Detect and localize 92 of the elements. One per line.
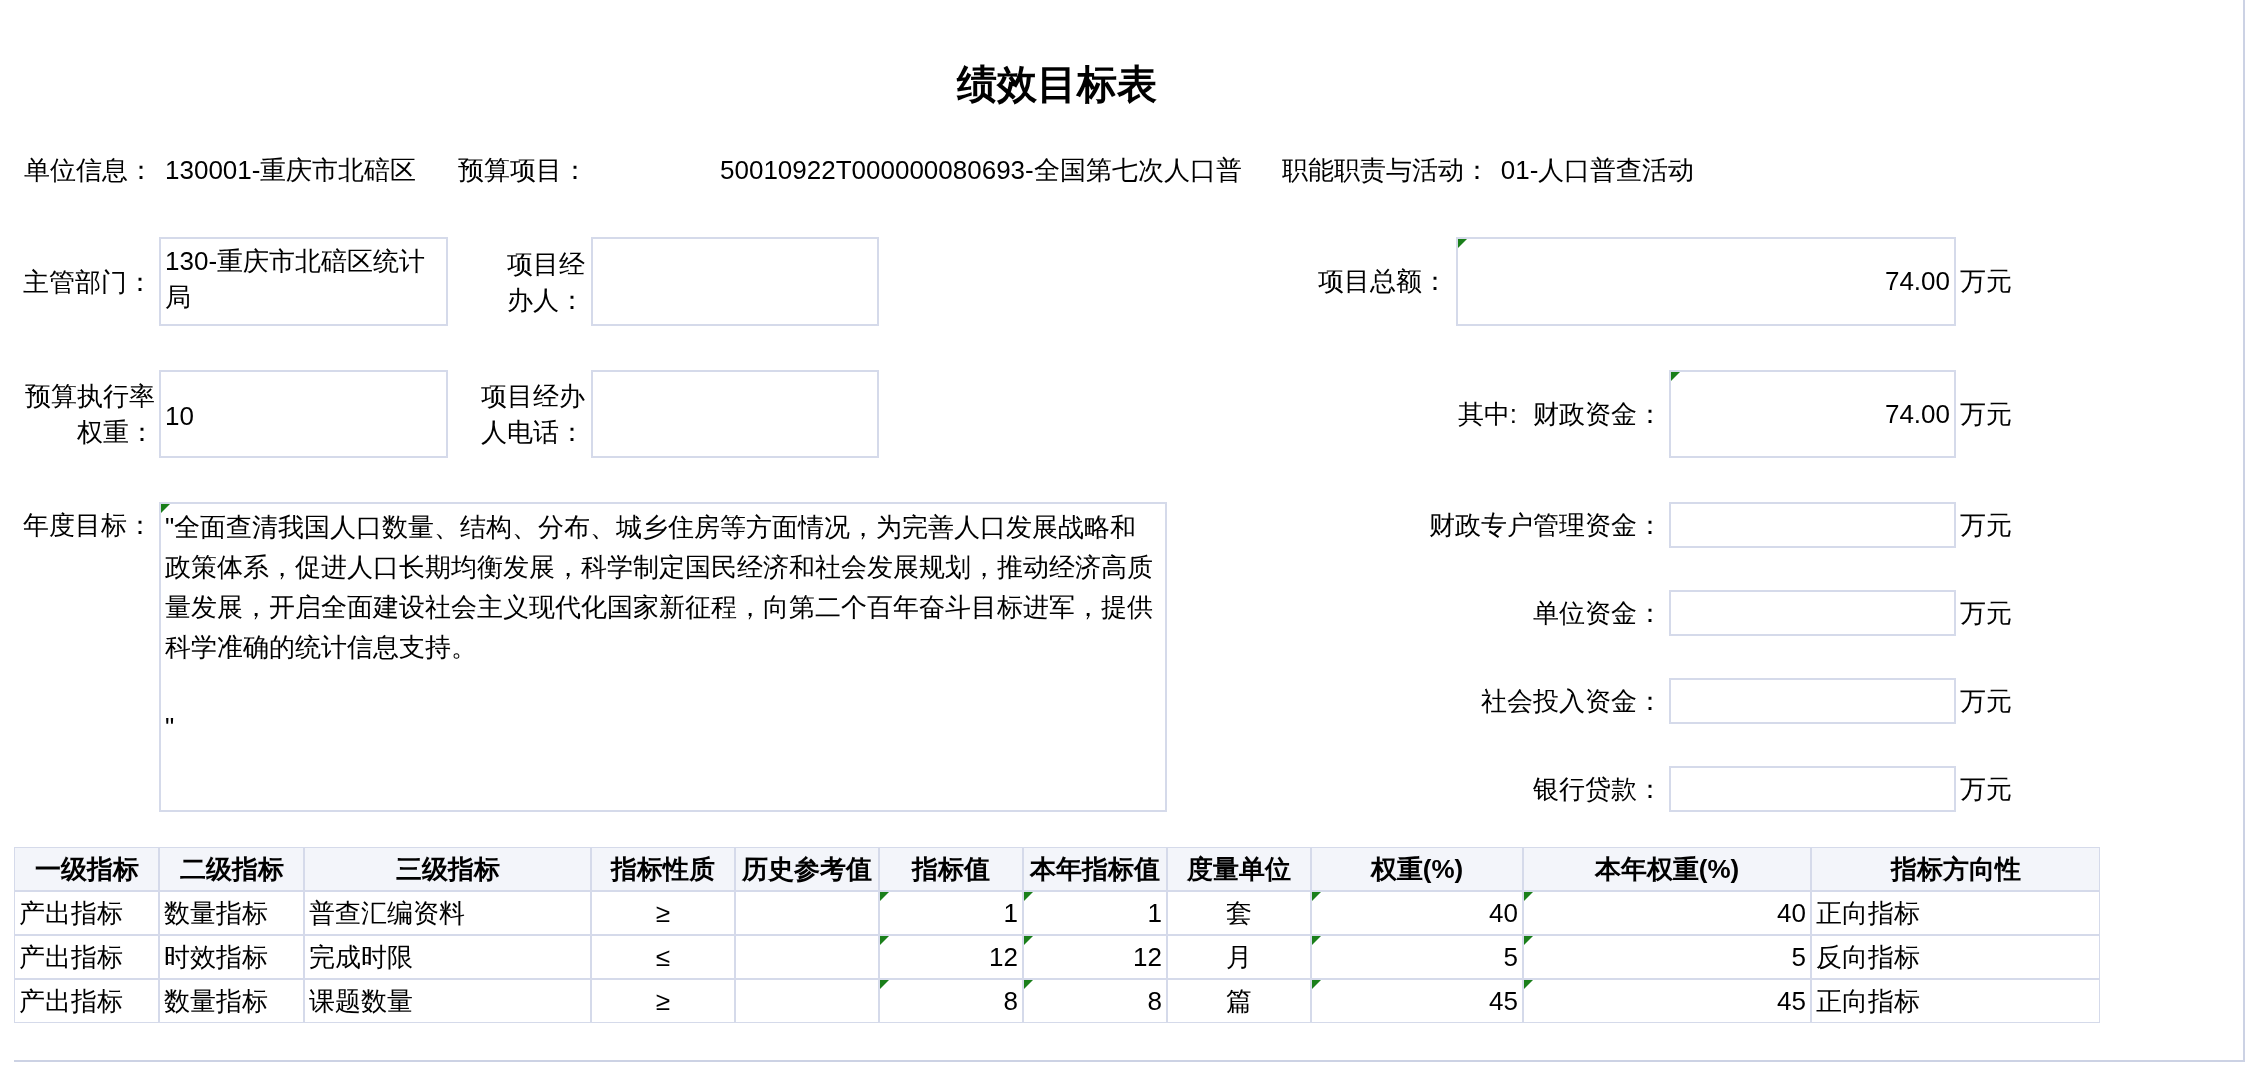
field-label: 预算执行率权重：	[24, 380, 156, 449]
unit-label: 万元	[1959, 772, 2013, 806]
field-label: 单位信息：	[24, 153, 155, 187]
table-cell: 套	[1167, 891, 1311, 935]
table-cell: 反向指标	[1811, 935, 2100, 979]
field-label: 单位资金：	[1533, 596, 1663, 630]
corner-flag-icon	[161, 504, 170, 513]
unit-label: 万元	[1959, 265, 2013, 298]
field-label: 年度目标：	[22, 509, 154, 542]
corner-flag-icon	[1524, 892, 1533, 901]
input-field[interactable]	[591, 237, 879, 326]
page-title: 绩效目标表	[957, 64, 1157, 104]
table-cell: 数量指标	[159, 891, 304, 935]
corner-flag-icon	[1458, 239, 1467, 248]
table-cell: 8	[1023, 979, 1167, 1023]
table-cell: 普查汇编资料	[304, 891, 591, 935]
table-header-cell: 指标性质	[591, 847, 735, 891]
table-cell: 数量指标	[159, 979, 304, 1023]
corner-flag-icon	[880, 980, 889, 989]
table-header-cell: 指标值	[879, 847, 1023, 891]
table-header-cell: 三级指标	[304, 847, 591, 891]
input-field[interactable]	[1669, 678, 1956, 724]
table-cell: 篇	[1167, 979, 1311, 1023]
table-cell: 1	[1023, 891, 1167, 935]
input-field[interactable]: 74.00	[1669, 370, 1956, 458]
field-label: 主管部门：	[22, 265, 154, 299]
table-cell: 产出指标	[14, 935, 159, 979]
field-value: 01-人口普查活动	[1500, 153, 1695, 187]
unit-label: 万元	[1959, 596, 2013, 630]
table-header-cell: 二级指标	[159, 847, 304, 891]
table-header-cell: 本年指标值	[1023, 847, 1167, 891]
table-cell: 1	[879, 891, 1023, 935]
text-area[interactable]: "全面查清我国人口数量、结构、分布、城乡住房等方面情况，为完善人口发展战略和政策体系，促进人口长期均衡发展，科学制定国民经济和社会发展规划，推动经济高质量发展，开启全面建设社会主义现代化国家新征程，向第二个百年奋斗目标进军，提供科学准确的统计信息支持。 "	[159, 502, 1167, 812]
table-cell: 8	[879, 979, 1023, 1023]
table-cell: ≤	[591, 935, 735, 979]
table-cell: 45	[1523, 979, 1811, 1023]
table-header-cell: 一级指标	[14, 847, 159, 891]
corner-flag-icon	[1024, 936, 1033, 945]
input-field[interactable]: 74.00	[1456, 237, 1956, 326]
table-cell: 正向指标	[1811, 979, 2100, 1023]
table-header-cell: 本年权重(%)	[1523, 847, 1811, 891]
input-field[interactable]	[1669, 590, 1956, 636]
field-value: 50010922T000000080693-全国第七次人口普	[720, 153, 1242, 187]
field-label: 财政资金：	[1533, 397, 1663, 431]
field-label: 其中:	[1457, 397, 1517, 431]
table-cell: 课题数量	[304, 979, 591, 1023]
table-cell: 5	[1311, 935, 1523, 979]
table-header-cell: 权重(%)	[1311, 847, 1523, 891]
unit-label: 万元	[1959, 397, 2013, 431]
table-cell: 产出指标	[14, 891, 159, 935]
corner-flag-icon	[1524, 980, 1533, 989]
table-cell: ≥	[591, 891, 735, 935]
input-field[interactable]	[591, 370, 879, 458]
field-label: 职能职责与活动：	[1281, 153, 1491, 187]
table-cell: 45	[1311, 979, 1523, 1023]
corner-flag-icon	[1024, 892, 1033, 901]
corner-flag-icon	[1024, 980, 1033, 989]
field-label: 社会投入资金：	[1481, 684, 1663, 718]
corner-flag-icon	[880, 936, 889, 945]
input-field[interactable]: 10	[159, 370, 448, 458]
table-cell: 时效指标	[159, 935, 304, 979]
input-field[interactable]	[1669, 766, 1956, 812]
table-cell: 40	[1523, 891, 1811, 935]
corner-flag-icon	[1312, 980, 1321, 989]
field-label: 预算项目：	[458, 153, 589, 187]
table-cell: 12	[1023, 935, 1167, 979]
table-cell: 12	[879, 935, 1023, 979]
table-cell: ≥	[591, 979, 735, 1023]
table-cell: 40	[1311, 891, 1523, 935]
field-label: 项目经办人电话：	[480, 380, 586, 449]
corner-flag-icon	[1312, 936, 1321, 945]
field-label: 银行贷款：	[1533, 772, 1663, 806]
corner-flag-icon	[1671, 372, 1680, 381]
table-cell: 5	[1523, 935, 1811, 979]
field-label: 财政专户管理资金：	[1429, 508, 1663, 542]
unit-label: 万元	[1959, 508, 2013, 542]
input-field[interactable]: 130-重庆市北碚区统计局	[159, 237, 448, 326]
input-field[interactable]	[1669, 502, 1956, 548]
table-cell: 产出指标	[14, 979, 159, 1023]
unit-label: 万元	[1959, 684, 2013, 718]
corner-flag-icon	[1312, 892, 1321, 901]
field-value: 130001-重庆市北碚区	[165, 153, 418, 187]
field-label: 项目总额：	[1317, 265, 1449, 298]
table-header-cell: 度量单位	[1167, 847, 1311, 891]
field-label: 项目经办人：	[506, 247, 586, 317]
table-cell: 正向指标	[1811, 891, 2100, 935]
table-header-cell: 历史参考值	[735, 847, 879, 891]
corner-flag-icon	[880, 892, 889, 901]
table-cell: 月	[1167, 935, 1311, 979]
table-header-cell: 指标方向性	[1811, 847, 2100, 891]
table-cell: 完成时限	[304, 935, 591, 979]
corner-flag-icon	[1524, 936, 1533, 945]
